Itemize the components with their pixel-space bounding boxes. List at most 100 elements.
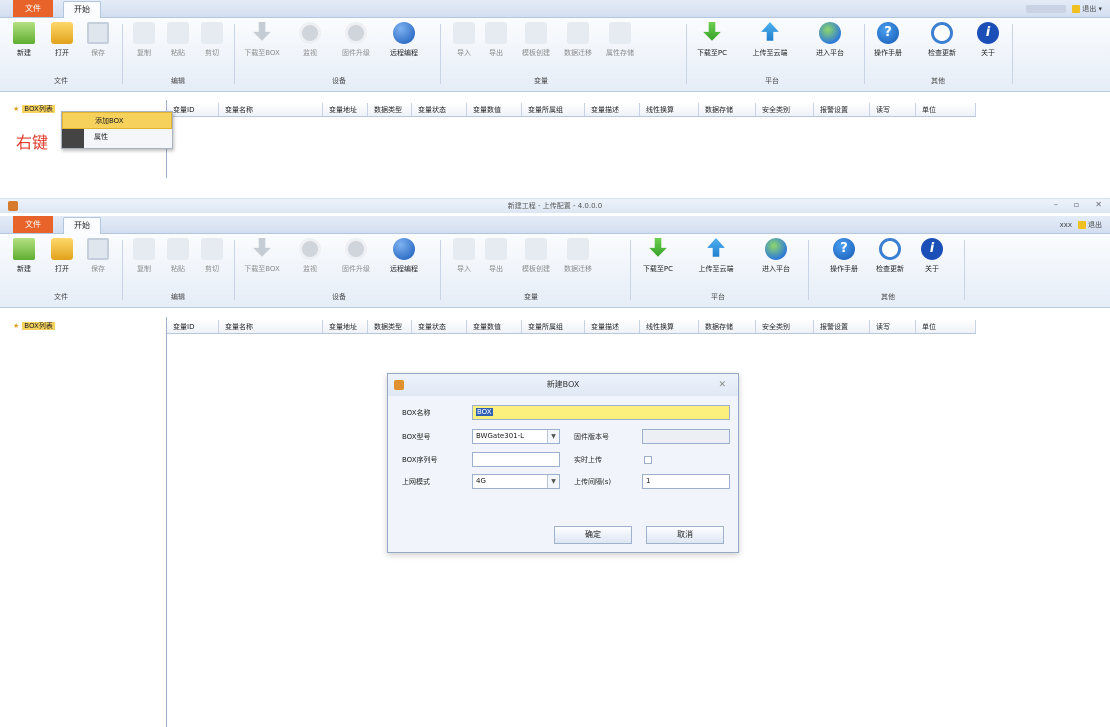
column-header[interactable]: 变量所属组 xyxy=(522,320,585,333)
box-serial-field[interactable] xyxy=(472,452,560,467)
column-header[interactable]: 数据类型 xyxy=(368,103,412,116)
column-header[interactable]: 数据类型 xyxy=(368,320,412,333)
globe-icon xyxy=(393,238,415,260)
column-header[interactable]: 变量状态 xyxy=(412,103,467,116)
column-header[interactable]: 读写 xyxy=(870,320,916,333)
group-other-label: 其他 xyxy=(931,77,945,85)
firmware-button[interactable]: 固件升级 xyxy=(338,22,374,70)
uplink-mode-select[interactable]: 4G ▼ xyxy=(472,474,560,489)
column-header[interactable]: 读写 xyxy=(870,103,916,116)
data-transfer-button[interactable]: 数据迁移 xyxy=(560,238,596,286)
download-box-button[interactable]: 下载至BOX xyxy=(244,22,280,70)
save-button[interactable]: 保存 xyxy=(80,238,116,286)
box-name-field[interactable]: BOX xyxy=(472,405,730,420)
close-icon[interactable]: ✕ xyxy=(1095,200,1102,209)
check-update-button[interactable]: 检查更新 xyxy=(924,22,960,70)
open-button[interactable]: 打开 xyxy=(44,22,80,70)
upload-cloud-button[interactable]: 上传至云端 xyxy=(698,238,734,286)
open-button[interactable]: 打开 xyxy=(44,238,80,286)
group-device-label: 设备 xyxy=(332,293,346,301)
column-header[interactable]: 单位 xyxy=(916,320,976,333)
data-transfer-icon xyxy=(567,22,589,44)
column-header[interactable]: 数据存储 xyxy=(699,103,756,116)
import-button[interactable]: 导入 xyxy=(446,22,482,70)
ok-button[interactable]: 确定 xyxy=(554,526,632,544)
paste-button[interactable]: 粘贴 xyxy=(160,22,196,70)
logout-button[interactable]: 退出 xyxy=(1078,220,1102,230)
maximize-icon[interactable]: ▫ xyxy=(1074,200,1079,209)
group-divider xyxy=(234,24,235,84)
enter-platform-button[interactable]: 进入平台 xyxy=(758,238,794,286)
chevron-down-icon[interactable]: ▼ xyxy=(547,475,559,488)
context-menu-item-add-box[interactable]: 添加BOX xyxy=(62,112,172,129)
paste-button[interactable]: 粘贴 xyxy=(160,238,196,286)
download-pc-button[interactable]: 下载至PC xyxy=(640,238,676,286)
logout-button[interactable]: 退出 ▾ xyxy=(1072,4,1102,14)
manual-button[interactable]: ? 操作手册 xyxy=(826,238,862,286)
enter-platform-button[interactable]: 进入平台 xyxy=(812,22,848,70)
chevron-down-icon[interactable]: ▼ xyxy=(547,430,559,443)
column-header[interactable]: 变量所属组 xyxy=(522,103,585,116)
column-header[interactable]: 变量状态 xyxy=(412,320,467,333)
new-button[interactable]: 新建 xyxy=(6,22,42,70)
about-button[interactable]: i 关于 xyxy=(970,22,1006,70)
attr-store-button[interactable]: 属性存储 xyxy=(602,22,638,70)
export-button[interactable]: 导出 xyxy=(478,22,514,70)
upload-cloud-button[interactable]: 上传至云端 xyxy=(752,22,788,70)
monitor-button[interactable]: 监视 xyxy=(292,22,328,70)
export-button[interactable]: 导出 xyxy=(478,238,514,286)
column-header[interactable]: 变量名称 xyxy=(219,320,323,333)
column-header[interactable]: 数据存储 xyxy=(699,320,756,333)
column-header[interactable]: 变量数值 xyxy=(467,103,522,116)
cut-button[interactable]: 剪切 xyxy=(194,22,230,70)
column-header[interactable]: 线性换算 xyxy=(640,320,699,333)
save-button[interactable]: 保存 xyxy=(80,22,116,70)
column-header[interactable]: 变量数值 xyxy=(467,320,522,333)
new-button[interactable]: 新建 xyxy=(6,238,42,286)
template-button[interactable]: 模板创建 xyxy=(518,238,554,286)
tab-file[interactable]: 文件 xyxy=(13,0,53,17)
copy-button[interactable]: 复制 xyxy=(126,238,162,286)
tree-item-box-list[interactable]: ★ BOX列表 xyxy=(13,320,163,333)
remote-programming-button[interactable]: 远程编程 xyxy=(386,238,422,286)
column-header[interactable]: 变量ID xyxy=(167,103,219,116)
column-header[interactable]: 安全类别 xyxy=(756,103,814,116)
realtime-upload-checkbox[interactable] xyxy=(644,456,652,464)
column-header[interactable]: 变量ID xyxy=(167,320,219,333)
manual-button[interactable]: ? 操作手册 xyxy=(870,22,906,70)
context-menu-item-properties[interactable]: 属性 xyxy=(62,129,172,146)
download-box-button[interactable]: 下载至BOX xyxy=(244,238,280,286)
check-update-button[interactable]: 检查更新 xyxy=(872,238,908,286)
column-header[interactable]: 安全类别 xyxy=(756,320,814,333)
column-header[interactable]: 线性换算 xyxy=(640,103,699,116)
column-header[interactable]: 变量地址 xyxy=(323,103,368,116)
monitor-button[interactable]: 监视 xyxy=(292,238,328,286)
column-header[interactable]: 报警设置 xyxy=(814,103,870,116)
context-menu: 添加BOX 属性 xyxy=(61,111,173,149)
minimize-icon[interactable]: – xyxy=(1054,200,1058,209)
import-button[interactable]: 导入 xyxy=(446,238,482,286)
paste-label: 粘贴 xyxy=(171,265,185,273)
data-transfer-button[interactable]: 数据迁移 xyxy=(560,22,596,70)
box-model-select[interactable]: BWGate301-L ▼ xyxy=(472,429,560,444)
dialog-close-icon[interactable]: ✕ xyxy=(718,374,726,396)
template-button[interactable]: 模板创建 xyxy=(518,22,554,70)
firmware-button[interactable]: 固件升级 xyxy=(338,238,374,286)
upload-interval-field[interactable]: 1 xyxy=(642,474,730,489)
cancel-button[interactable]: 取消 xyxy=(646,526,724,544)
column-header[interactable]: 变量地址 xyxy=(323,320,368,333)
column-header[interactable]: 变量名称 xyxy=(219,103,323,116)
download-pc-button[interactable]: 下载至PC xyxy=(694,22,730,70)
column-header[interactable]: 变量描述 xyxy=(585,103,640,116)
column-header[interactable]: 报警设置 xyxy=(814,320,870,333)
tab-home[interactable]: 开始 xyxy=(63,217,101,234)
remote-programming-button[interactable]: 远程编程 xyxy=(386,22,422,70)
column-header[interactable]: 单位 xyxy=(916,103,976,116)
tab-file[interactable]: 文件 xyxy=(13,216,53,233)
about-button[interactable]: i 关于 xyxy=(914,238,950,286)
cut-button[interactable]: 剪切 xyxy=(194,238,230,286)
copy-button[interactable]: 复制 xyxy=(126,22,162,70)
column-header[interactable]: 变量描述 xyxy=(585,320,640,333)
save-disk-icon xyxy=(87,22,109,44)
tab-home[interactable]: 开始 xyxy=(63,1,101,18)
